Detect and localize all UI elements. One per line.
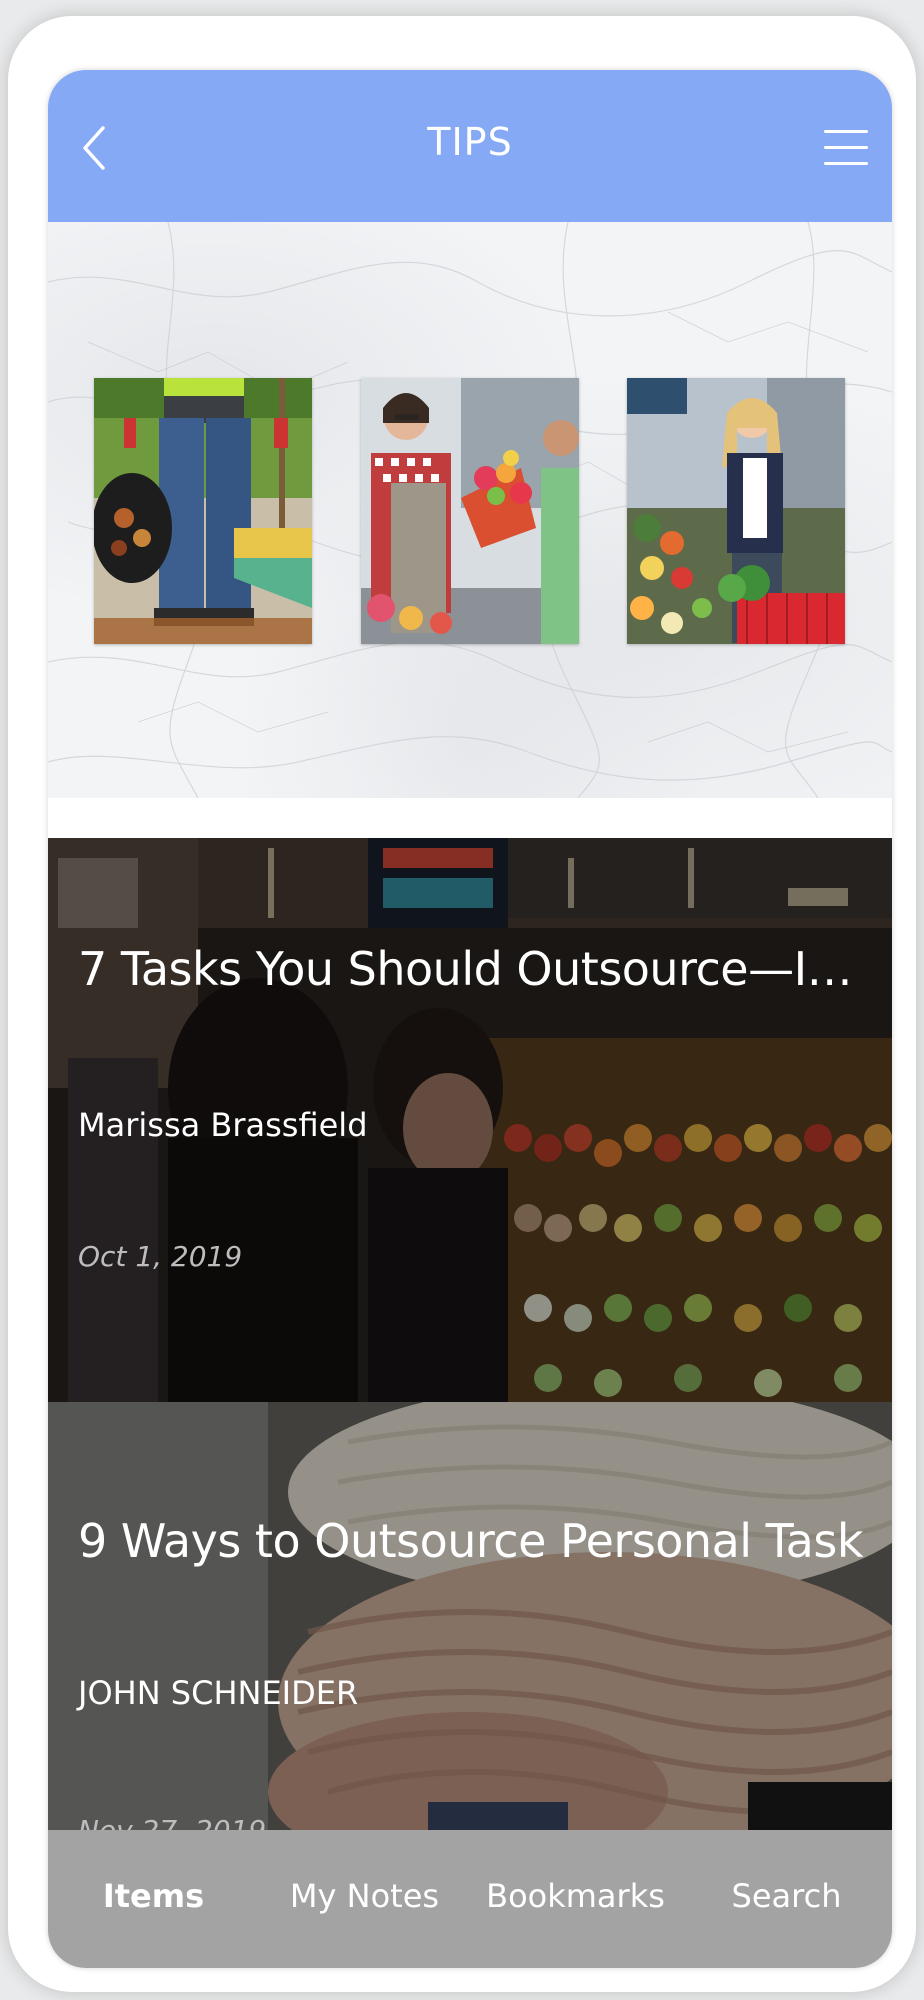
tips-gallery	[48, 222, 892, 798]
tip-thumbnail-grocery[interactable]	[627, 378, 845, 644]
grocery-shopping-image	[627, 378, 845, 644]
article-title: 7 Tasks You Should Outsource—Immediately	[78, 942, 878, 996]
article-date: Oct 1, 2019	[78, 1240, 243, 1273]
yard-work-image	[94, 378, 312, 644]
tab-my-notes[interactable]: My Notes	[259, 1830, 470, 1968]
bottom-tab-bar: Items My Notes Bookmarks Search	[48, 1830, 892, 1968]
phone-frame: TIPS 7 Tasks You Should Outsource—Im Mar…	[8, 16, 916, 1992]
tab-search[interactable]: Search	[681, 1830, 892, 1968]
app-screen: TIPS 7 Tasks You Should Outsource—Im Mar…	[48, 70, 892, 1968]
article-author: Marissa Brassfield	[78, 1106, 368, 1144]
article-card[interactable]: 9 Ways to Outsource Personal Task JOHN S…	[48, 1402, 892, 1856]
tip-thumbnail-yard-work[interactable]	[94, 378, 312, 644]
article-title: 9 Ways to Outsource Personal Task	[78, 1514, 863, 1568]
card-overlay	[48, 1402, 892, 1856]
page-title: TIPS	[427, 120, 513, 164]
article-card[interactable]: 7 Tasks You Should Outsource—Immediately…	[48, 838, 892, 1402]
article-author: JOHN SCHNEIDER	[78, 1674, 359, 1712]
tip-thumbnail-flower-shop[interactable]	[361, 378, 579, 644]
menu-button[interactable]	[824, 128, 870, 168]
flower-shop-image	[361, 378, 579, 644]
tab-items[interactable]: Items	[48, 1830, 259, 1968]
tab-bookmarks[interactable]: Bookmarks	[470, 1830, 681, 1968]
top-bar: TIPS	[48, 70, 892, 222]
